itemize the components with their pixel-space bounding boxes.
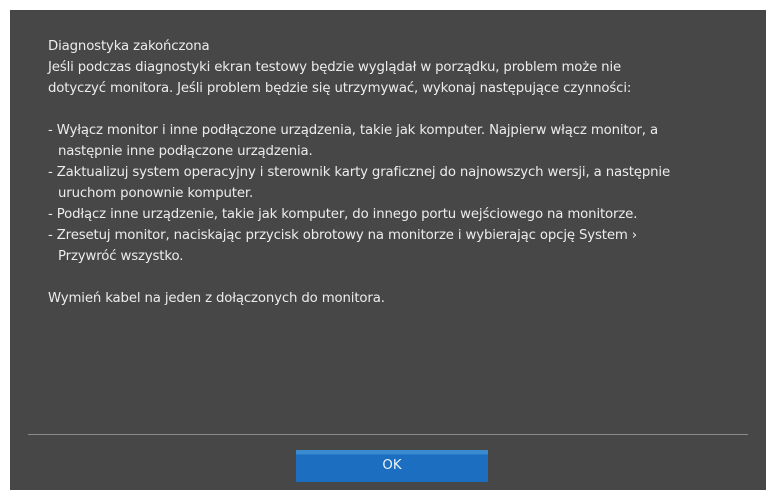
- step-item: - Podłącz inne urządzenie, takie jak kom…: [48, 207, 638, 222]
- intro-line: dotyczyć monitora. Jeśli problem będzie …: [48, 81, 632, 96]
- divider: [28, 434, 748, 435]
- diagnostics-dialog: Diagnostyka zakończona Jeśli podczas dia…: [10, 10, 766, 490]
- footer-note: Wymień kabel na jeden z dołączonych do m…: [48, 291, 385, 306]
- intro-line: Jeśli podczas diagnostyki ekran testowy …: [48, 60, 622, 75]
- dialog-message: Diagnostyka zakończona Jeśli podczas dia…: [48, 36, 748, 309]
- step-item-continuation: Przywróć wszystko.: [58, 249, 184, 264]
- step-item: - Zaktualizuj system operacyjny i sterow…: [48, 165, 670, 180]
- ok-button[interactable]: OK: [296, 450, 488, 482]
- step-item-continuation: następnie inne podłączone urządzenia.: [58, 144, 313, 159]
- step-item-continuation: uruchom ponownie komputer.: [58, 186, 254, 201]
- dialog-title: Diagnostyka zakończona: [48, 39, 210, 54]
- step-item: - Zresetuj monitor, naciskając przycisk …: [48, 228, 637, 243]
- step-item: - Wyłącz monitor i inne podłączone urząd…: [48, 123, 658, 138]
